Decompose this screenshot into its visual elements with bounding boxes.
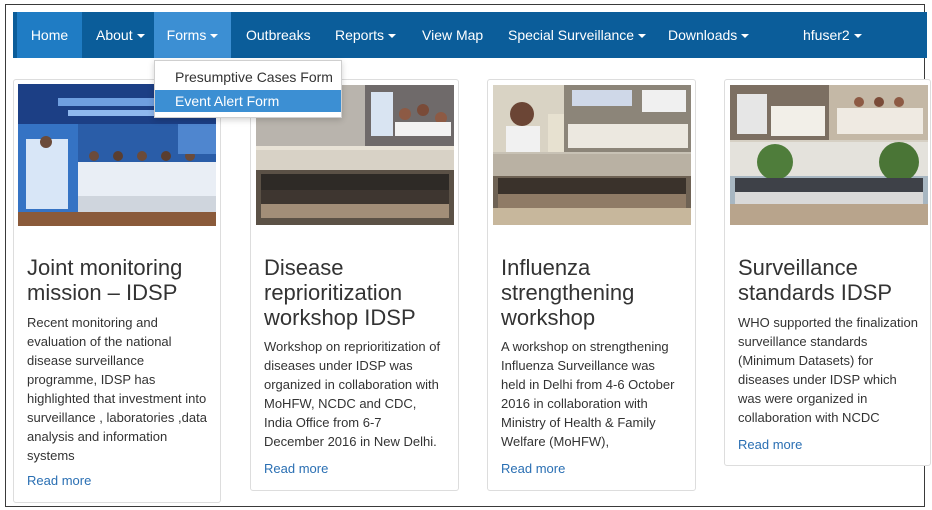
news-card-title: Disease reprioritization workshop IDSP [264, 255, 416, 330]
nav-special-surveillance-label: Special Surveillance [508, 27, 635, 43]
nav-about[interactable]: About [96, 12, 145, 58]
read-more-link[interactable]: Read more [501, 459, 565, 478]
main-navbar: Home About Forms Outbreaks Reports View … [13, 12, 927, 58]
nav-special-surveillance[interactable]: Special Surveillance [508, 12, 647, 58]
chevron-down-icon [853, 34, 862, 39]
nav-outbreaks[interactable]: Outbreaks [246, 12, 311, 58]
news-card-title: Surveillance standards IDSP [738, 255, 893, 305]
read-more-link[interactable]: Read more [738, 435, 802, 454]
nav-forms[interactable]: Forms [154, 12, 231, 58]
dropdown-item-label: Event Alert Form [175, 93, 280, 109]
nav-user-label: hfuser2 [803, 27, 850, 43]
nav-view-map-label: View Map [422, 27, 484, 43]
news-card-title: Influenza strengthening workshop [501, 255, 635, 330]
news-card-summary: WHO supported the finalization surveilla… [738, 315, 918, 425]
nav-reports-label: Reports [335, 27, 385, 43]
news-card-surveillance-standards: Surveillance standards IDSP WHO supporte… [724, 79, 931, 466]
news-card-summary: Workshop on reprioritization of diseases… [264, 339, 441, 449]
news-card-summary: A workshop on strengthening Influenza Su… [501, 339, 675, 449]
nav-about-label: About [96, 27, 133, 43]
nav-downloads-label: Downloads [668, 27, 738, 43]
nav-downloads[interactable]: Downloads [668, 12, 750, 58]
nav-home-label: Home [30, 27, 69, 43]
nav-view-map[interactable]: View Map [422, 12, 483, 58]
nav-forms-label: Forms [166, 27, 207, 43]
workshop-photo-collage [729, 84, 929, 226]
chevron-down-icon [136, 34, 145, 39]
chevron-down-icon [638, 34, 647, 39]
chevron-down-icon [388, 34, 397, 39]
chevron-down-icon [210, 34, 219, 39]
workshop-photo-collage [492, 84, 692, 226]
nav-outbreaks-label: Outbreaks [246, 27, 311, 43]
news-card-summary: Recent monitoring and evaluation of the … [27, 315, 207, 463]
nav-reports[interactable]: Reports [335, 12, 397, 58]
nav-user-menu[interactable]: hfuser2 [803, 12, 862, 58]
news-card-influenza-strengthening: Influenza strengthening workshop A works… [487, 79, 696, 491]
news-card-title: Joint monitoring mission – IDSP [27, 255, 183, 305]
read-more-link[interactable]: Read more [27, 471, 91, 490]
dropdown-item-event-alert-form[interactable]: Event Alert Form [155, 90, 341, 112]
chevron-down-icon [741, 34, 750, 39]
news-card-joint-monitoring: Joint monitoring mission – IDSP Recent m… [13, 79, 221, 503]
news-card-image[interactable] [729, 84, 929, 226]
news-card-image[interactable] [492, 84, 692, 226]
nav-home[interactable]: Home [17, 12, 82, 58]
forms-dropdown-menu: Presumptive Cases Form Event Alert Form [154, 60, 342, 118]
read-more-link[interactable]: Read more [264, 459, 328, 478]
dropdown-item-label: Presumptive Cases Form [175, 69, 333, 85]
news-card-disease-reprioritization: Disease reprioritization workshop IDSP W… [250, 79, 459, 491]
dropdown-item-presumptive-cases-form[interactable]: Presumptive Cases Form [155, 66, 341, 88]
